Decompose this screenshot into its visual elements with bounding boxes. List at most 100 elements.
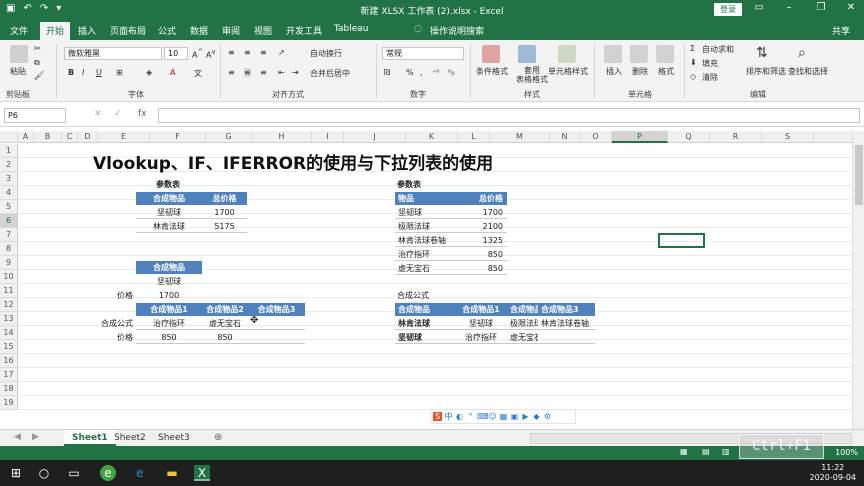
row-header[interactable]: 14: [0, 326, 18, 340]
comma-icon[interactable]: ,: [420, 68, 423, 77]
row-header[interactable]: 3: [0, 172, 18, 186]
add-sheet-icon[interactable]: ⊕: [214, 432, 222, 443]
video-icon[interactable]: ▶: [521, 412, 530, 421]
cell-styles-button[interactable]: 单元格样式: [548, 66, 588, 77]
normal-view-icon[interactable]: ▦: [680, 447, 688, 456]
find-select-button[interactable]: 查找和选择: [788, 66, 828, 77]
percent-icon[interactable]: %: [406, 68, 414, 77]
enter-icon[interactable]: ✓: [114, 109, 122, 119]
tab-developer[interactable]: 开发工具: [286, 24, 322, 37]
left-hdr-item[interactable]: 合成物品: [136, 192, 202, 205]
sogou-icon[interactable]: S: [433, 412, 442, 421]
align-left-icon[interactable]: ≡: [228, 68, 235, 77]
column-header[interactable]: I: [312, 131, 344, 143]
table-cell[interactable]: 1700: [455, 206, 507, 219]
table-cell[interactable]: [538, 331, 595, 344]
fill-icon[interactable]: ⬇: [690, 58, 697, 67]
right-combo-hdr-3[interactable]: 合成物品3: [538, 303, 595, 316]
align-center-icon[interactable]: ≡: [244, 68, 251, 77]
increase-indent-icon[interactable]: ⇥: [292, 68, 299, 77]
row-header[interactable]: 16: [0, 354, 18, 368]
table-cell[interactable]: 治疗指环: [455, 331, 507, 344]
active-cell-selection[interactable]: [658, 233, 705, 248]
keyboard-icon[interactable]: ⌨: [477, 412, 489, 421]
right-combo-hdr-2[interactable]: 合成物品2: [507, 303, 538, 316]
tab-formulas[interactable]: 公式: [158, 24, 176, 37]
row-header[interactable]: 6: [0, 214, 18, 228]
right-hdr-price[interactable]: 总价格: [455, 192, 507, 205]
number-format-select[interactable]: 常规: [382, 47, 464, 60]
cut-icon[interactable]: ✂: [34, 44, 41, 53]
left-hdr-price[interactable]: 总价格: [202, 192, 247, 205]
underline-icon[interactable]: U: [96, 68, 102, 77]
price-label[interactable]: 价格: [117, 289, 133, 302]
align-top-icon[interactable]: ≡: [228, 48, 235, 57]
edge-icon[interactable]: e: [132, 465, 148, 481]
page-layout-view-icon[interactable]: ▤: [702, 447, 710, 456]
table-cell[interactable]: 850: [136, 331, 202, 344]
column-header[interactable]: S: [762, 131, 814, 143]
row-header[interactable]: 8: [0, 242, 18, 256]
skin-icon[interactable]: ▣: [510, 412, 519, 421]
combo-hdr-1[interactable]: 合成物品1: [136, 303, 202, 316]
combo-hdr-2[interactable]: 合成物品2: [202, 303, 248, 316]
table-cell[interactable]: 治疗指环: [395, 248, 455, 261]
wrap-text-button[interactable]: 自动换行: [310, 48, 342, 59]
bold-icon[interactable]: B: [68, 68, 74, 77]
insert-button[interactable]: 插入: [606, 66, 622, 77]
price-value[interactable]: 1700: [136, 289, 202, 302]
font-size-select[interactable]: 10: [164, 47, 188, 60]
grow-font-icon[interactable]: A^: [192, 48, 203, 60]
minimize-icon[interactable]: –: [782, 2, 796, 13]
column-header[interactable]: N: [550, 131, 580, 143]
autosum-button[interactable]: 自动求和: [702, 44, 734, 55]
table-cell[interactable]: 坚韧球: [136, 206, 202, 219]
row-header[interactable]: 10: [0, 270, 18, 284]
right-formula-title[interactable]: 合成公式: [397, 289, 429, 302]
table-cell[interactable]: 坚韧球: [395, 331, 455, 344]
table-cell[interactable]: 林肯法球: [395, 317, 455, 330]
app-360-icon[interactable]: e: [100, 465, 116, 481]
column-header[interactable]: F: [150, 131, 206, 143]
table-cell[interactable]: 林肯法球卷轴: [538, 317, 595, 330]
italic-icon[interactable]: I: [82, 68, 84, 77]
sort-filter-icon[interactable]: ⇅: [756, 45, 768, 61]
decrease-decimal-icon[interactable]: ⁰₀: [448, 68, 454, 77]
table-cell[interactable]: 虚无宝石: [507, 331, 538, 344]
sheet-tab-3[interactable]: Sheet3: [150, 430, 198, 446]
clear-button[interactable]: 清除: [702, 72, 718, 83]
shrink-font-icon[interactable]: Av: [206, 48, 215, 60]
column-header[interactable]: L: [458, 131, 490, 143]
tell-me-search[interactable]: 操作说明搜索: [430, 24, 484, 37]
format-as-table-button[interactable]: 套用 表格格式: [516, 66, 548, 84]
borders-icon[interactable]: ⊞: [116, 68, 123, 77]
row-header[interactable]: 1: [0, 144, 18, 158]
close-icon[interactable]: ✕: [844, 2, 858, 13]
table-cell[interactable]: 虚无宝石: [395, 262, 455, 275]
tab-file[interactable]: 文件: [10, 24, 28, 37]
maximize-icon[interactable]: ❐: [814, 2, 828, 13]
column-header[interactable]: R: [710, 131, 762, 143]
row-header[interactable]: 4: [0, 186, 18, 200]
row-header[interactable]: 12: [0, 298, 18, 312]
page-break-view-icon[interactable]: ▥: [722, 447, 730, 456]
column-header[interactable]: O: [580, 131, 612, 143]
table-cell[interactable]: 1325: [455, 234, 507, 247]
chinese-mode-icon[interactable]: 中: [444, 412, 453, 421]
table-cell[interactable]: 坚韧球: [455, 317, 507, 330]
vertical-scrollbar[interactable]: [852, 131, 864, 429]
copy-icon[interactable]: ⧉: [34, 58, 40, 68]
sheet-tab-2[interactable]: Sheet2: [106, 430, 154, 446]
insert-cells-icon[interactable]: [604, 45, 622, 63]
accounting-format-icon[interactable]: ₪: [384, 68, 390, 77]
tab-view[interactable]: 视图: [254, 24, 272, 37]
increase-decimal-icon[interactable]: ⁺⁰: [432, 68, 439, 77]
punctuation-icon[interactable]: °: [466, 412, 475, 421]
column-header[interactable]: P: [612, 131, 668, 143]
formula-input[interactable]: [158, 108, 860, 123]
column-header[interactable]: D: [78, 131, 98, 143]
item-lookup-value[interactable]: 坚韧球: [136, 275, 202, 288]
column-header[interactable]: H: [252, 131, 312, 143]
column-header[interactable]: G: [206, 131, 252, 143]
row-header[interactable]: 9: [0, 256, 18, 270]
